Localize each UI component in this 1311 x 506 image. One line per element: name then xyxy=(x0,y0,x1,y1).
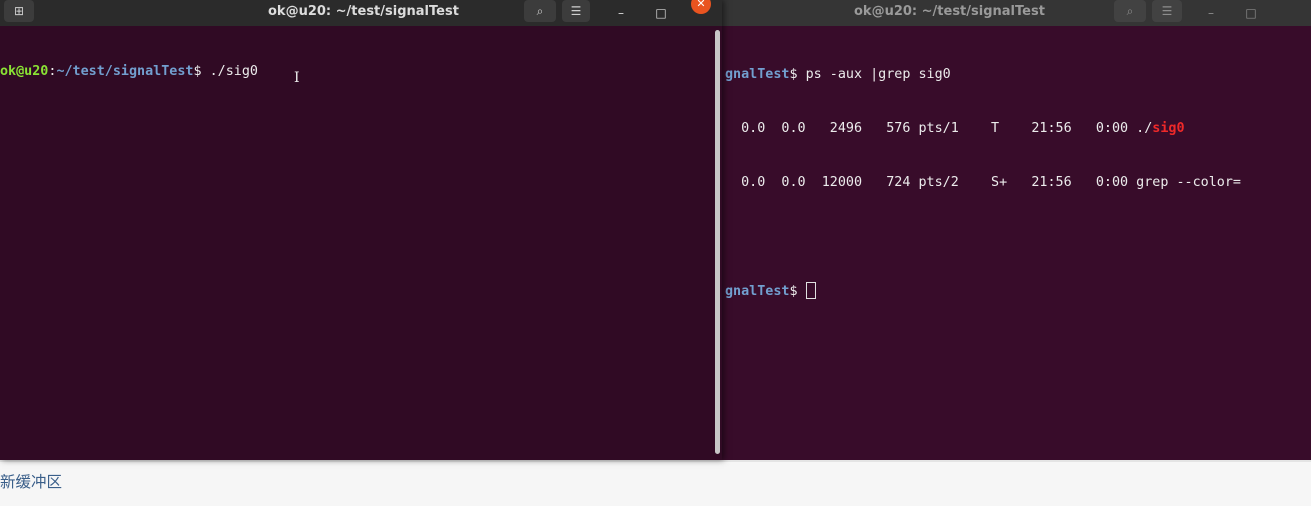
prompt-path: gnalTest xyxy=(725,284,790,299)
close-icon: ✕ xyxy=(696,0,706,10)
command-line: ok@u20:~/test/signalTest$ ./sig0 xyxy=(0,63,722,81)
prompt-line: gnalTest$ xyxy=(725,282,1311,300)
hamburger-icon: ☰ xyxy=(1161,4,1173,18)
maximize-icon: □ xyxy=(655,6,667,20)
prompt-symbol: $ xyxy=(789,67,806,82)
search-icon: ⌕ xyxy=(536,4,544,18)
title-bar[interactable]: ⌕ ☰ – □ ok@u20: ~/test/signalTest xyxy=(720,0,1311,26)
output-text: 0.0 0.0 12000 724 pts/2 S+ 21:56 0:00 gr… xyxy=(725,175,1241,190)
command-text: ps -aux |grep sig0 xyxy=(805,67,951,82)
terminal-output[interactable]: gnalTest$ ps -aux |grep sig0 0.0 0.0 249… xyxy=(725,30,1311,460)
menu-button[interactable]: ☰ xyxy=(562,0,590,22)
output-row: 0.0 0.0 12000 724 pts/2 S+ 21:56 0:00 gr… xyxy=(725,174,1311,192)
hamburger-icon: ☰ xyxy=(570,4,582,18)
window-title: ok@u20: ~/test/signalTest xyxy=(854,4,1045,19)
maximize-icon: □ xyxy=(1245,6,1257,20)
command-line: gnalTest$ ps -aux |grep sig0 xyxy=(725,66,1311,84)
prompt-symbol: $ xyxy=(789,284,806,299)
minimize-button[interactable]: – xyxy=(1200,2,1222,24)
close-button[interactable]: ✕ xyxy=(691,0,711,14)
match-highlight: sig0 xyxy=(1152,121,1185,136)
prompt-symbol: $ xyxy=(193,64,210,79)
title-bar[interactable]: ⊞ ok@u20: ~/test/signalTest ⌕ ☰ – □ ✕ xyxy=(0,0,722,26)
command-text: ./sig0 xyxy=(209,64,258,79)
output-row: 0.0 0.0 2496 576 pts/1 T 21:56 0:00 ./si… xyxy=(725,120,1311,138)
prompt-user: ok@u20 xyxy=(0,64,49,79)
text-cursor-ibeam-icon: I xyxy=(294,70,300,86)
maximize-button[interactable]: □ xyxy=(650,2,672,24)
maximize-button[interactable]: □ xyxy=(1240,2,1262,24)
terminal-window-left[interactable]: ⊞ ok@u20: ~/test/signalTest ⌕ ☰ – □ ✕ ok… xyxy=(0,0,722,460)
search-button[interactable]: ⌕ xyxy=(1114,0,1146,22)
menu-button[interactable]: ☰ xyxy=(1152,0,1182,22)
divider xyxy=(0,460,1311,462)
prompt-path: gnalTest xyxy=(725,67,790,82)
minimize-button[interactable]: – xyxy=(610,2,632,24)
buffer-label: 新缓冲区 xyxy=(0,473,63,491)
minimize-icon: – xyxy=(1208,6,1214,20)
text-cursor xyxy=(805,282,816,299)
new-tab-button[interactable]: ⊞ xyxy=(4,0,34,22)
minimize-icon: – xyxy=(618,6,624,20)
terminal-output[interactable]: ok@u20:~/test/signalTest$ ./sig0 xyxy=(0,27,722,460)
prompt-path: ~/test/signalTest xyxy=(56,64,194,79)
new-tab-icon: ⊞ xyxy=(13,4,25,18)
scrollbar[interactable] xyxy=(715,30,720,454)
search-icon: ⌕ xyxy=(1126,4,1134,18)
search-button[interactable]: ⌕ xyxy=(524,0,556,22)
window-title: ok@u20: ~/test/signalTest xyxy=(268,4,459,19)
terminal-window-right[interactable]: ⌕ ☰ – □ ok@u20: ~/test/signalTest gnalTe… xyxy=(720,0,1311,460)
output-text: 0.0 0.0 2496 576 pts/1 T 21:56 0:00 ./ xyxy=(725,121,1153,136)
